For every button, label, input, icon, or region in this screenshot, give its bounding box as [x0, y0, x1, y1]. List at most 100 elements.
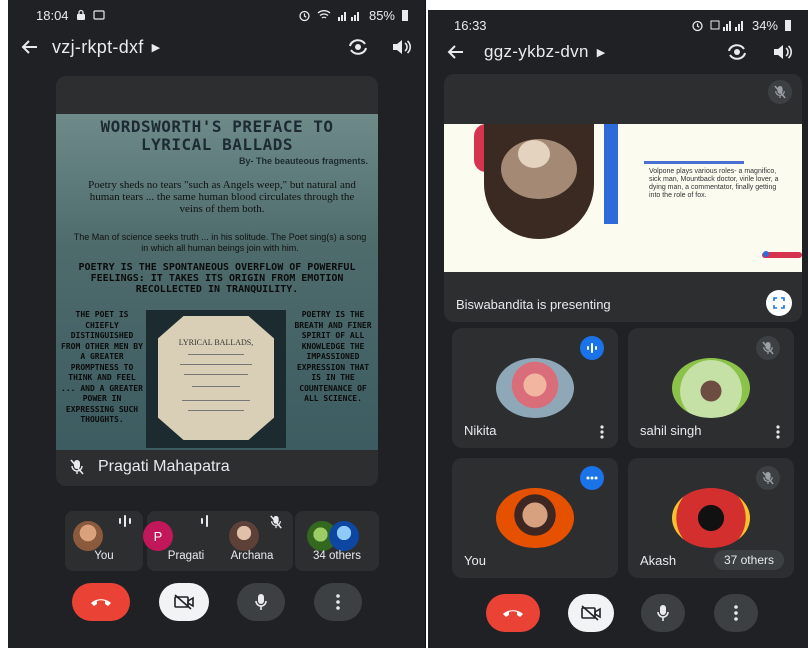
switch-camera-icon [349, 39, 367, 55]
slide-column-right: POETRY IS THE BREATH AND FINER SPIRIT OF… [294, 310, 372, 403]
participant-tile-sahil[interactable]: sahil singh [628, 328, 794, 448]
fullscreen-button[interactable] [766, 290, 792, 316]
back-button[interactable] [8, 37, 52, 57]
lock-icon [75, 9, 87, 21]
camera-off-icon [581, 605, 601, 621]
mic-toggle-button[interactable] [237, 583, 285, 621]
shared-slide: Volpone plays various roles- a magnifico… [444, 124, 802, 272]
end-call-button[interactable] [72, 583, 130, 621]
arrow-left-icon [21, 40, 37, 54]
audio-level-icon [580, 466, 604, 490]
right-phone-screen: 16:33 34% ggz-ykbz-dvn ▶ Volpone plays v… [428, 10, 808, 648]
speaker-button[interactable] [772, 43, 792, 61]
mic-off-icon [756, 336, 780, 360]
avatar [672, 358, 750, 418]
status-time: 16:33 [454, 17, 487, 33]
status-bar: 18:04 85% [8, 0, 425, 30]
presenting-label: Biswabandita is presenting [456, 297, 611, 312]
camera-toggle-button[interactable] [568, 594, 614, 632]
battery-icon [784, 19, 792, 31]
alarm-icon [691, 19, 704, 32]
meeting-code[interactable]: vzj-rkpt-dxf [52, 37, 144, 58]
battery-icon [401, 9, 409, 21]
mic-toggle-button[interactable] [641, 594, 685, 632]
caret-right-icon[interactable]: ▶ [597, 46, 605, 59]
left-phone-screen: 18:04 85% vzj-rkpt-dxf ▶ WORDSWORTH'S PR… [8, 0, 426, 648]
mic-off-icon [768, 80, 792, 104]
participant-tile-akash[interactable]: Akash 37 others [628, 458, 794, 578]
participant-tile-nikita[interactable]: Nikita [452, 328, 618, 448]
participant-name: You [464, 553, 486, 568]
participant-tile-you[interactable]: You [452, 458, 618, 578]
participant-name: Nikita [464, 423, 497, 438]
avatar [73, 521, 103, 551]
app-bar: vzj-rkpt-dxf ▶ [8, 27, 425, 67]
signal-icon [710, 19, 746, 31]
slide-byline: By- The beauteous fragments. [238, 156, 368, 166]
mic-icon [255, 594, 267, 610]
presentation-tile[interactable]: Volpone plays various roles- a magnifico… [444, 74, 802, 322]
switch-camera-button[interactable] [347, 37, 369, 57]
mic-off-icon [70, 459, 84, 475]
phone-hangup-icon [503, 610, 523, 617]
avatar [496, 488, 574, 548]
camera-off-icon [174, 594, 194, 610]
speaker-icon [774, 45, 792, 59]
battery-level: 85% [368, 7, 395, 23]
participant-chip-you[interactable]: You [65, 511, 143, 571]
fullscreen-icon [773, 297, 785, 309]
more-vert-icon[interactable] [776, 425, 780, 439]
more-options-button[interactable] [714, 594, 758, 632]
phone-hangup-icon [91, 599, 111, 606]
alarm-icon [298, 9, 311, 22]
others-count: 34 others [313, 550, 361, 562]
more-options-button[interactable] [314, 583, 362, 621]
slide-quote: POETRY IS THE SPONTANEOUS OVERFLOW OF PO… [78, 262, 356, 295]
avatar [672, 488, 750, 548]
audio-level-icon [117, 515, 133, 527]
avatar [496, 358, 574, 418]
slide-text: Volpone plays various roles- a magnifico… [649, 168, 779, 199]
avatar [229, 521, 259, 551]
mic-off-icon [756, 466, 780, 490]
speaker-button[interactable] [391, 38, 411, 56]
status-time: 18:04 [36, 7, 69, 23]
switch-camera-button[interactable] [726, 42, 748, 62]
avatar: P [143, 521, 173, 551]
others-count[interactable]: 37 others [713, 550, 784, 570]
slide-paragraph-1: Poetry sheds no tears "such as Angels we… [88, 179, 356, 215]
cast-icon [92, 9, 105, 21]
arrow-left-icon [447, 45, 463, 59]
participant-chip-archana[interactable]: Archana [211, 511, 293, 571]
mic-off-icon [269, 515, 283, 529]
presenter-tile[interactable]: WORDSWORTH'S PREFACE TO LYRICAL BALLADS … [56, 76, 378, 486]
participant-name: sahil singh [640, 423, 702, 438]
more-vert-icon [734, 605, 738, 621]
back-button[interactable] [428, 42, 484, 62]
caret-right-icon[interactable]: ▶ [152, 41, 160, 54]
meeting-code[interactable]: ggz-ykbz-dvn [484, 42, 589, 62]
end-call-button[interactable] [486, 594, 540, 632]
participant-name: You [94, 550, 114, 562]
participant-name: Akash [640, 553, 677, 568]
participant-name: Archana [230, 550, 274, 562]
signal-icon [337, 9, 363, 21]
shared-slide: WORDSWORTH'S PREFACE TO LYRICAL BALLADS … [56, 114, 378, 450]
app-bar: ggz-ykbz-dvn ▶ [428, 32, 808, 72]
camera-toggle-button[interactable] [159, 583, 209, 621]
slide-title: WORDSWORTH'S PREFACE TO LYRICAL BALLADS [100, 117, 334, 154]
avatar [329, 521, 359, 551]
wifi-icon [317, 9, 331, 21]
more-vert-icon[interactable] [600, 425, 604, 439]
presenter-name: Pragati Mahapatra [98, 458, 230, 475]
more-vert-icon [336, 594, 340, 610]
audio-level-icon [580, 336, 604, 360]
speaker-icon [393, 40, 411, 54]
battery-level: 34% [751, 17, 778, 33]
slide-column-left: THE POET IS CHIEFLY DISTINGUISHED FROM O… [61, 310, 143, 424]
presenter-name-label: Pragati Mahapatra [70, 458, 230, 476]
book-cover-image: LYRICAL BALLADS, [146, 310, 286, 448]
participant-chip-others[interactable]: 34 others [295, 511, 379, 571]
switch-camera-icon [728, 44, 746, 60]
slide-paragraph-2: The Man of science seeks truth ... in hi… [73, 232, 367, 253]
